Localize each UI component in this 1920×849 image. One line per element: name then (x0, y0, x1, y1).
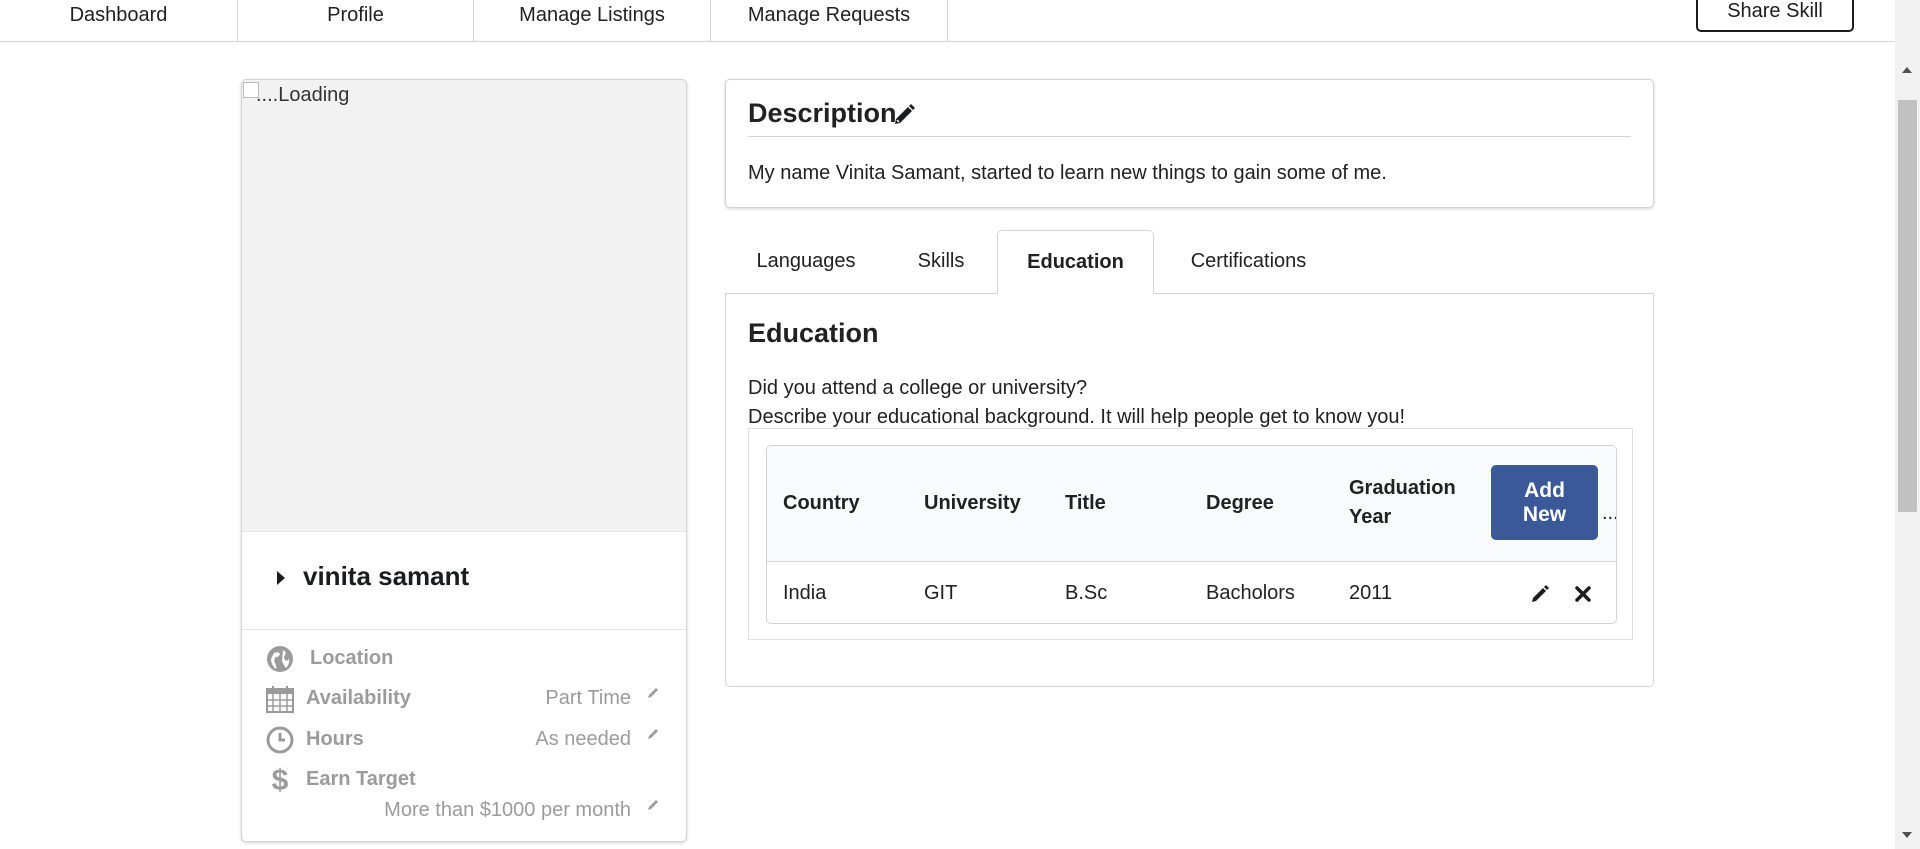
globe-icon (267, 646, 293, 672)
add-new-label-line-2: New (1522, 502, 1567, 526)
nav-manage-requests-label: Manage Requests (747, 4, 911, 26)
education-panel: Education Did you attend a college or un… (725, 293, 1654, 687)
calendar-icon (266, 686, 294, 713)
edit-hours-pencil-icon[interactable] (646, 727, 660, 741)
photo-alt-text: ....Loading (256, 84, 350, 106)
hours-row: Hours As needed (242, 723, 686, 759)
education-description: Did you attend a college or university? … (748, 374, 1405, 432)
share-skill-button[interactable]: Share Skill (1696, 0, 1854, 32)
nav-manage-listings-label: Manage Listings (519, 4, 665, 26)
hours-label: Hours (306, 728, 364, 750)
profile-name: vinita samant (303, 561, 470, 591)
scrollbar-thumb[interactable] (1898, 100, 1917, 512)
tab-certifications[interactable]: Certifications (1167, 230, 1330, 293)
top-nav-bar: Dashboard Profile Manage Listings Manage… (0, 0, 1895, 42)
tab-languages[interactable]: Languages (741, 230, 871, 293)
tab-skills[interactable]: Skills (893, 230, 989, 293)
location-row: Location (242, 642, 686, 678)
header-graduation-year-line-1: Graduation (1349, 477, 1456, 499)
overflow-ellipsis: ... (1602, 502, 1616, 524)
education-table-header: Country University Title Degree Graduati… (767, 446, 1616, 562)
page-scrollbar[interactable] (1895, 0, 1920, 849)
svg-text:$: $ (272, 765, 289, 795)
header-graduation-year-line-2: Year (1349, 506, 1392, 528)
tab-education[interactable]: Education (997, 230, 1154, 294)
nav-profile-label: Profile (327, 4, 384, 26)
nav-manage-listings[interactable]: Manage Listings (474, 0, 711, 41)
scroll-down-arrow-icon[interactable] (1902, 832, 1912, 838)
education-description-line-1: Did you attend a college or university? (748, 377, 1088, 399)
clock-icon (266, 726, 294, 754)
delete-row-x-icon[interactable] (1573, 584, 1593, 604)
availability-row: Availability Part Time (242, 682, 686, 718)
edit-description-pencil-icon[interactable] (892, 103, 916, 127)
description-card: Description My name Vinita Samant, start… (725, 79, 1654, 208)
edit-row-pencil-icon[interactable] (1530, 584, 1550, 604)
description-text: My name Vinita Samant, started to learn … (748, 162, 1387, 184)
header-degree: Degree (1206, 492, 1274, 514)
cell-graduation-year: 2011 (1349, 582, 1393, 604)
profile-name-row: vinita samant (242, 532, 686, 630)
education-title: Education (748, 318, 879, 348)
profile-photo: ....Loading (242, 80, 686, 532)
earn-target-row: $ Earn Target More than $1000 per month (242, 763, 686, 838)
cell-title: B.Sc (1065, 582, 1108, 604)
hours-value: As needed (535, 728, 631, 750)
add-new-label-line-1: Add (1524, 478, 1565, 502)
availability-label: Availability (306, 687, 411, 709)
dollar-icon: $ (272, 765, 289, 795)
cell-university: GIT (924, 582, 958, 604)
tab-certifications-label: Certifications (1190, 250, 1307, 272)
nav-manage-requests[interactable]: Manage Requests (711, 0, 948, 41)
cell-degree: Bacholors (1206, 582, 1295, 604)
description-divider (748, 136, 1631, 137)
description-title: Description (748, 98, 897, 128)
location-label: Location (310, 647, 394, 669)
header-university: University (924, 492, 1021, 514)
education-table-container: Country University Title Degree Graduati… (748, 428, 1633, 640)
cell-country: India (783, 582, 827, 604)
caret-right-icon[interactable] (277, 571, 285, 585)
tab-skills-label: Skills (917, 250, 965, 272)
header-country: Country (783, 492, 860, 514)
nav-dashboard[interactable]: Dashboard (0, 0, 238, 41)
earn-target-label: Earn Target (306, 768, 416, 790)
nav-dashboard-label: Dashboard (69, 4, 168, 26)
education-table: Country University Title Degree Graduati… (766, 445, 1617, 624)
edit-earn-target-pencil-icon[interactable] (646, 798, 660, 812)
nav-profile[interactable]: Profile (238, 0, 474, 41)
header-graduation-year: Graduation Year (1349, 474, 1456, 532)
availability-value: Part Time (545, 687, 631, 709)
edit-availability-pencil-icon[interactable] (646, 686, 660, 700)
scroll-up-arrow-icon[interactable] (1902, 67, 1912, 73)
add-new-button[interactable]: Add New (1491, 465, 1598, 540)
tab-education-label: Education (1027, 251, 1124, 273)
tab-languages-label: Languages (756, 250, 856, 272)
earn-target-value: More than $1000 per month (384, 799, 631, 821)
header-title: Title (1065, 492, 1106, 514)
profile-card: ....Loading vinita samant Location Avail… (241, 79, 687, 842)
